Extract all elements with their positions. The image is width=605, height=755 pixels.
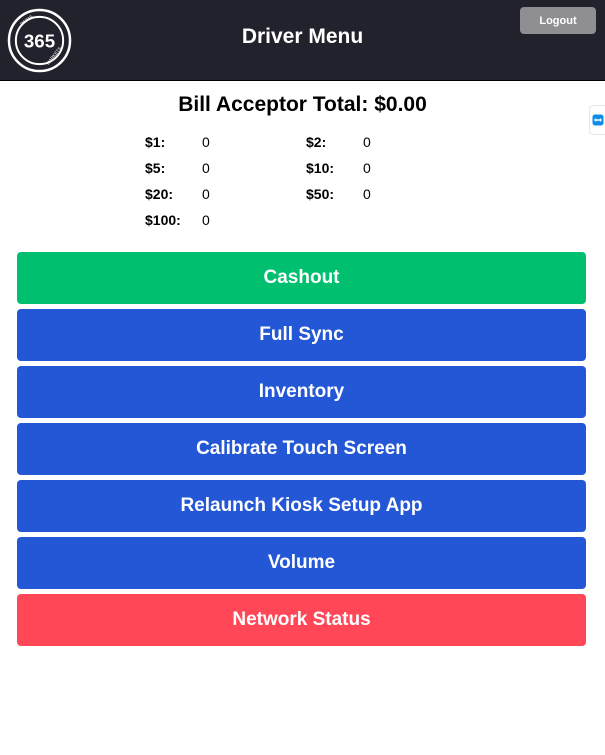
- remote-support-tab[interactable]: [589, 105, 605, 135]
- denomination-value: 0: [202, 186, 210, 202]
- network-status-button[interactable]: Network Status: [17, 594, 586, 646]
- denomination-label: $5:: [145, 160, 166, 176]
- denomination-label: $50:: [306, 186, 335, 202]
- bill-acceptor-total: Bill Acceptor Total: $0.00: [178, 93, 427, 116]
- header-bar: 365 RETAIL MARKETS Driver Menu Logout: [0, 0, 605, 81]
- full-sync-button[interactable]: Full Sync: [17, 309, 586, 361]
- denomination-label: $2:: [306, 134, 327, 150]
- denomination-value: 0: [202, 134, 210, 150]
- denomination-value: 0: [202, 212, 210, 228]
- denomination-label: $1:: [145, 134, 166, 150]
- cashout-button[interactable]: Cashout: [17, 252, 586, 304]
- denomination-label: $100:: [145, 212, 181, 228]
- calibrate-touch-screen-button[interactable]: Calibrate Touch Screen: [17, 423, 586, 475]
- page-title: Driver Menu: [241, 25, 364, 48]
- denomination-value: 0: [363, 134, 371, 150]
- denomination-value: 0: [363, 160, 371, 176]
- volume-button[interactable]: Volume: [17, 537, 586, 589]
- teamviewer-icon: [592, 114, 603, 126]
- denomination-value: 0: [202, 160, 210, 176]
- denomination-label: $20:: [145, 186, 174, 202]
- inventory-button[interactable]: Inventory: [17, 366, 586, 418]
- relaunch-kiosk-setup-app-button[interactable]: Relaunch Kiosk Setup App: [17, 480, 586, 532]
- logout-button[interactable]: Logout: [520, 7, 596, 34]
- denomination-label: $10:: [306, 160, 335, 176]
- denomination-value: 0: [363, 186, 371, 202]
